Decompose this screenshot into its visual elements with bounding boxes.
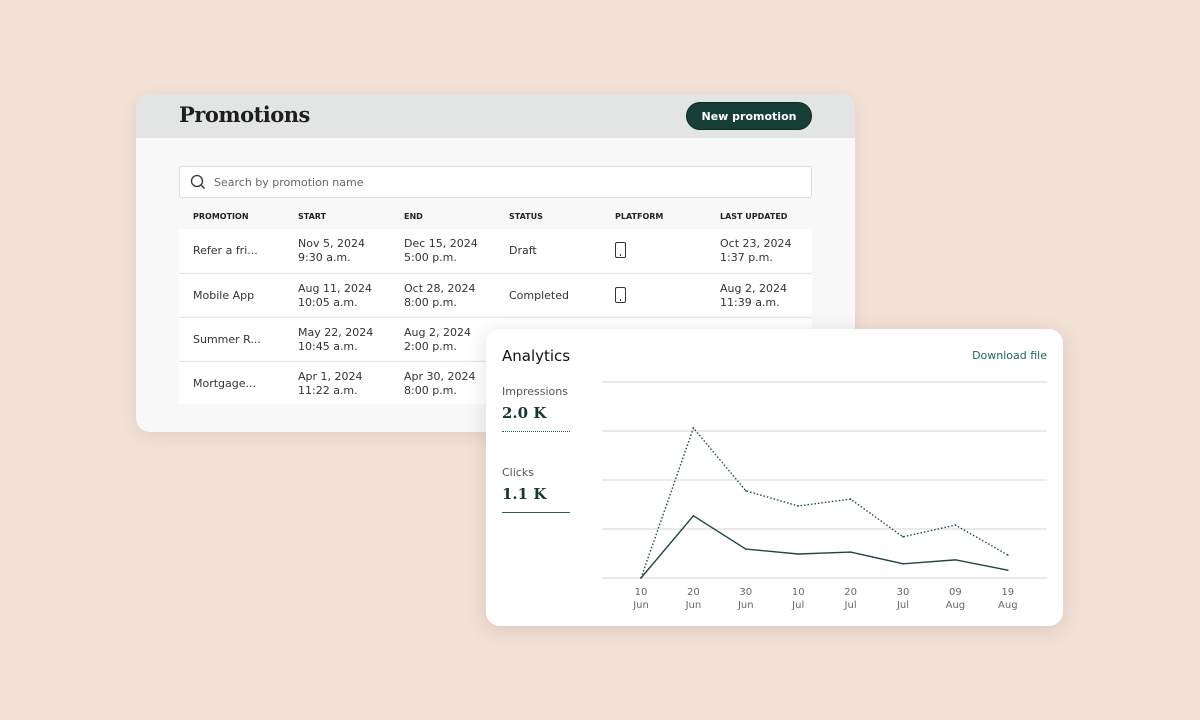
start-datetime: Apr 1, 2024 11:22 a.m. — [298, 370, 363, 398]
end-time: 2:00 p.m. — [404, 340, 457, 353]
x-tick-label: 30 — [897, 587, 910, 598]
x-tick-label: 20 — [687, 587, 700, 598]
end-datetime: Oct 28, 2024 8:00 p.m. — [404, 282, 476, 310]
column-header[interactable]: PLATFORM — [615, 212, 663, 221]
impressions-data-point — [745, 489, 747, 492]
x-tick-label: Jun — [685, 600, 702, 611]
x-tick-label: 09 — [949, 587, 962, 598]
start-datetime: Nov 5, 2024 9:30 a.m. — [298, 237, 365, 265]
mobile-icon — [615, 287, 626, 303]
clicks-data-point — [745, 548, 747, 550]
start-time: 10:05 a.m. — [298, 296, 358, 309]
line-chart: 10 Jun 20 Jun 30 Jun 10 Jul 20 Jul 30 Jul 09 Aug 19 Aug — [602, 381, 1047, 611]
start-time: 10:45 a.m. — [298, 340, 358, 353]
clicks-data-point — [692, 514, 695, 517]
end-datetime: Dec 15, 2024 5:00 p.m. — [404, 237, 478, 265]
updated-time: 1:37 p.m. — [720, 251, 773, 264]
table-row[interactable]: Refer a fri... Nov 5, 2024 9:30 a.m. Dec … — [179, 229, 812, 272]
x-tick-label: 20 — [844, 587, 857, 598]
clicks-data-point — [902, 562, 904, 565]
search-icon — [190, 174, 205, 189]
new-promotion-button[interactable]: New promotion — [686, 102, 812, 130]
platform-cell — [615, 242, 626, 258]
updated-date: Oct 23, 2024 — [720, 237, 792, 250]
table-row[interactable]: Mobile App Aug 11, 2024 10:05 a.m. Oct 28… — [179, 273, 812, 316]
promotion-name: Refer a fri... — [193, 244, 258, 257]
x-tick-label: Jul — [791, 600, 804, 611]
impressions-data-point — [1007, 554, 1009, 556]
analytics-card: Analytics Download file Impressions 2.0 … — [486, 329, 1063, 626]
end-date: Oct 28, 2024 — [404, 282, 476, 295]
status-text: Draft — [509, 244, 537, 257]
mobile-icon — [615, 242, 626, 258]
x-tick-label: Jul — [844, 600, 857, 611]
x-tick-label: 10 — [792, 587, 805, 598]
column-header[interactable]: END — [404, 212, 423, 221]
clicks-data-point — [797, 553, 799, 555]
end-time: 8:00 p.m. — [404, 384, 457, 397]
impressions-data-point — [692, 427, 695, 429]
column-header[interactable]: LAST UPDATED — [720, 212, 787, 221]
start-date: Aug 11, 2024 — [298, 282, 372, 295]
x-tick-label: Jun — [632, 600, 649, 611]
page-title: Promotions — [179, 102, 310, 127]
platform-cell — [615, 287, 626, 303]
end-datetime: Apr 30, 2024 8:00 p.m. — [404, 370, 476, 398]
x-tick-label: Jun — [737, 600, 754, 611]
updated-time: 11:39 a.m. — [720, 296, 780, 309]
end-date: Apr 30, 2024 — [404, 370, 476, 383]
end-time: 8:00 p.m. — [404, 296, 457, 309]
column-header[interactable]: STATUS — [509, 212, 543, 221]
end-datetime: Aug 2, 2024 2:00 p.m. — [404, 326, 471, 354]
start-date: May 22, 2024 — [298, 326, 374, 339]
clicks-series-line — [640, 514, 1008, 579]
end-time: 5:00 p.m. — [404, 251, 457, 264]
start-time: 11:22 a.m. — [298, 384, 358, 397]
clicks-data-point — [1007, 569, 1009, 571]
end-date: Dec 15, 2024 — [404, 237, 478, 250]
clicks-data-point — [849, 551, 852, 553]
clicks-data-point — [640, 577, 642, 579]
promotion-name: Summer R... — [193, 333, 261, 346]
end-date: Aug 2, 2024 — [404, 326, 471, 339]
impressions-data-point — [902, 536, 904, 538]
impressions-data-point — [849, 498, 852, 500]
start-time: 9:30 a.m. — [298, 251, 351, 264]
search-placeholder: Search by promotion name — [214, 175, 364, 189]
updated-date: Aug 2, 2024 — [720, 282, 787, 295]
impressions-data-point — [954, 524, 957, 526]
column-header[interactable]: PROMOTION — [193, 212, 249, 221]
column-header[interactable]: START — [298, 212, 326, 221]
updated-datetime: Aug 2, 2024 11:39 a.m. — [720, 282, 787, 310]
x-tick-label: Jul — [896, 600, 909, 611]
status-text: Completed — [509, 289, 569, 302]
start-date: Apr 1, 2024 — [298, 370, 363, 383]
start-date: Nov 5, 2024 — [298, 237, 365, 250]
clicks-data-point — [954, 559, 957, 561]
promotion-name: Mobile App — [193, 289, 255, 302]
start-datetime: May 22, 2024 10:45 a.m. — [298, 326, 373, 354]
x-tick-label: 19 — [1001, 587, 1014, 598]
impressions-series-line — [640, 426, 1009, 579]
search-input[interactable]: Search by promotion name — [179, 166, 812, 198]
x-tick-label: Aug — [946, 600, 966, 611]
updated-datetime: Oct 23, 2024 1:37 p.m. — [720, 237, 792, 265]
start-datetime: Aug 11, 2024 10:05 a.m. — [298, 282, 372, 310]
x-tick-label: Aug — [998, 600, 1018, 611]
x-tick-label: 10 — [635, 587, 648, 598]
promotion-name: Mortgage... — [193, 377, 257, 390]
promotions-header: Promotions New promotion — [136, 94, 855, 138]
impressions-data-point — [797, 505, 799, 507]
x-tick-label: 30 — [739, 587, 752, 598]
